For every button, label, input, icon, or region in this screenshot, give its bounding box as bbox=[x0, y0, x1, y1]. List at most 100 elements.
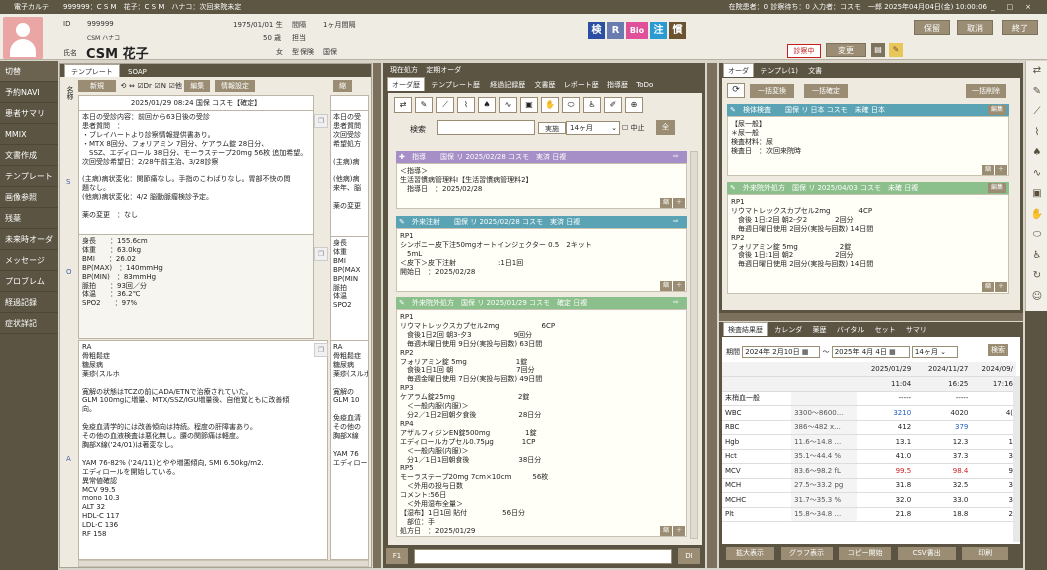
csv-export-button[interactable]: CSV書出 bbox=[897, 547, 956, 560]
pulse-icon[interactable]: ∿ bbox=[499, 97, 517, 113]
tab-vital[interactable]: バイタル bbox=[833, 323, 869, 337]
minimize-button[interactable]: _ bbox=[991, 3, 1007, 11]
print-icon[interactable]: ▤ bbox=[871, 43, 885, 57]
shrink-card-button[interactable]: 縮 bbox=[660, 281, 673, 291]
sidebar-item-symptoms[interactable]: 症状詳記 bbox=[0, 313, 58, 334]
order-card-header-guidance[interactable]: 指導 国保 リ 2025/02/28 コスモ 実済 日複 bbox=[396, 151, 687, 163]
order-card-header-injection[interactable]: 外来注射 国保 リ 2025/02/28 コスモ 実済 日複 bbox=[396, 216, 687, 228]
shrink-card-button[interactable]: 縮 bbox=[982, 282, 995, 292]
maximize-button[interactable]: □ bbox=[1007, 3, 1026, 11]
window-controls[interactable]: _□× bbox=[991, 0, 1043, 14]
splitter-left[interactable] bbox=[373, 63, 381, 568]
enlarge-button[interactable]: 拡大表示 bbox=[726, 547, 774, 560]
lab-row[interactable]: WBC 3300～8600... 3210 4020 4( bbox=[722, 405, 1016, 421]
bulk-change-button[interactable]: 一括変換 bbox=[750, 84, 794, 98]
new-button[interactable]: 新規 bbox=[78, 80, 116, 92]
stop-checkbox[interactable]: ☐ 中止 bbox=[622, 123, 645, 133]
add-card-button[interactable]: ＋ bbox=[995, 282, 1008, 292]
command-input[interactable] bbox=[414, 549, 672, 564]
middle-scrollbar[interactable] bbox=[690, 151, 698, 539]
edit-card-button[interactable]: 編集 bbox=[988, 183, 1007, 193]
sidebar-item-leftover[interactable]: 残薬 bbox=[0, 208, 58, 229]
tube-icon[interactable]: ⌇ bbox=[1026, 123, 1047, 144]
lab-row[interactable]: MCV 83.6～98.2 fL 99.5 98.4 9 bbox=[722, 463, 1016, 479]
n-checkbox[interactable]: ☑N bbox=[155, 82, 167, 90]
image-icon[interactable]: ▣ bbox=[1026, 184, 1047, 205]
date-to-field[interactable]: 2025年 4月 4日 ▦ bbox=[831, 346, 910, 358]
shrink-card-button[interactable]: 縮 bbox=[660, 198, 673, 208]
tab-set[interactable]: セット bbox=[871, 323, 900, 337]
link-icon[interactable]: ⇔ bbox=[129, 82, 135, 90]
splitter-right[interactable] bbox=[707, 63, 717, 568]
pulse-icon[interactable]: ∿ bbox=[1026, 164, 1047, 185]
other-checkbox[interactable]: ☑他 bbox=[169, 82, 182, 90]
sidebar-item-documents[interactable]: 文書作成 bbox=[0, 145, 58, 166]
hand-icon[interactable]: ✋ bbox=[1026, 205, 1047, 226]
tab-regular-order[interactable]: 定期オーダ bbox=[423, 63, 464, 77]
lab-logo-icon[interactable]: 検 bbox=[588, 22, 605, 39]
lab-row[interactable]: MCHC 31.7～35.3 % 32.0 33.0 3 bbox=[722, 492, 1016, 508]
lungs-icon[interactable]: ♠ bbox=[478, 97, 496, 113]
period-type-button[interactable]: 実施 bbox=[538, 122, 566, 134]
add-order-icon[interactable]: ⊕ bbox=[625, 97, 643, 113]
add-card-button[interactable]: ＋ bbox=[673, 526, 686, 536]
tab-drug-history[interactable]: 薬歴 bbox=[808, 323, 830, 337]
cycle-icon[interactable]: ↻ bbox=[1026, 266, 1047, 287]
shrink-button[interactable]: 縮 bbox=[333, 80, 352, 92]
order-card-header-prescription[interactable]: 外来院外処方 国保 リ 2025/01/29 コスモ 確定 日複 bbox=[396, 297, 687, 309]
calendar-icon[interactable]: ▦ bbox=[889, 348, 896, 356]
edit-doc-icon[interactable]: ✐ bbox=[604, 97, 622, 113]
tab-doc[interactable]: 文書 bbox=[804, 64, 826, 78]
shrink-card-button[interactable]: 縮 bbox=[660, 526, 673, 536]
copy-icon[interactable]: ❐ bbox=[314, 114, 328, 128]
pending-card-header-prescription[interactable]: 外来院外処方 国保 リ 2025/04/03 コスモ 未確 日複 bbox=[727, 182, 1009, 194]
tab-summary[interactable]: サマリ bbox=[902, 323, 931, 337]
sidebar-item-problem[interactable]: プロブレム bbox=[0, 271, 58, 292]
tab-template-count[interactable]: テンプレ(1) bbox=[756, 64, 802, 78]
lungs-icon[interactable]: ♠ bbox=[1026, 143, 1047, 164]
tab-document-history[interactable]: 文書歴 bbox=[532, 78, 559, 92]
in-exam-button[interactable]: 診察中 bbox=[787, 44, 821, 58]
tab-current-rx[interactable]: 現在処方 bbox=[387, 63, 421, 77]
tab-template[interactable]: テンプレート bbox=[64, 64, 120, 78]
change-button[interactable]: 変更 bbox=[826, 43, 866, 57]
sidebar-item-progress[interactable]: 経過記録 bbox=[0, 292, 58, 313]
di-button[interactable]: DI bbox=[678, 548, 700, 564]
search-input[interactable] bbox=[437, 120, 535, 135]
add-card-button[interactable]: ＋ bbox=[673, 198, 686, 208]
hand-icon[interactable]: ✋ bbox=[541, 97, 559, 113]
finish-button[interactable]: 終了 bbox=[1002, 20, 1038, 35]
sidebar-item-reservation[interactable]: 予約NAVI bbox=[0, 82, 58, 103]
lab-row[interactable]: Plt 15.8～34.8 ... 21.8 18.8 2 bbox=[722, 507, 1016, 522]
tube-icon[interactable]: ⌇ bbox=[457, 97, 475, 113]
copy-start-button[interactable]: コピー開始 bbox=[839, 547, 892, 560]
lab-row[interactable]: MCH 27.5～33.2 pg 31.8 32.5 3 bbox=[722, 478, 1016, 493]
expand-icon[interactable]: ⇨ bbox=[673, 217, 679, 225]
f1-button[interactable]: F1 bbox=[386, 548, 408, 564]
sidebar-item-summary[interactable]: 患者サマリ bbox=[0, 103, 58, 124]
tab-todo[interactable]: ToDo bbox=[633, 78, 656, 92]
print-button[interactable]: 印刷 bbox=[962, 547, 1009, 560]
sidebar-item-mmix[interactable]: MMIX bbox=[0, 124, 58, 145]
bulk-confirm-button[interactable]: 一括確定 bbox=[804, 84, 848, 98]
period-select[interactable]: 14ヶ月 ⌄ bbox=[566, 121, 620, 135]
refresh-icon[interactable]: ⟳ bbox=[727, 83, 745, 98]
add-card-button[interactable]: ＋ bbox=[995, 165, 1008, 175]
close-button[interactable]: × bbox=[1025, 3, 1043, 11]
bulk-delete-button[interactable]: 一括削除 bbox=[966, 84, 1006, 98]
copy-vitals-icon[interactable]: ❐ bbox=[314, 247, 328, 261]
bio-logo-icon[interactable]: Bio bbox=[626, 22, 648, 39]
expand-icon[interactable]: ⇨ bbox=[673, 152, 679, 160]
calendar-icon[interactable]: ▦ bbox=[802, 348, 809, 356]
walker-icon[interactable]: ♿ bbox=[1026, 246, 1047, 267]
tab-guidance-history[interactable]: 指導歴 bbox=[604, 78, 631, 92]
shuffle-icon[interactable]: ⇄ bbox=[394, 97, 412, 113]
lab-scrollbar[interactable] bbox=[1013, 376, 1020, 542]
add-card-button[interactable]: ＋ bbox=[673, 281, 686, 291]
sidebar-item-template[interactable]: テンプレート bbox=[0, 166, 58, 187]
edit-card-button[interactable]: 編集 bbox=[988, 105, 1007, 115]
lab-search-button[interactable]: 検索 bbox=[988, 344, 1008, 356]
sidebar-item-switch[interactable]: 切替 bbox=[0, 61, 58, 82]
all-button[interactable]: 全 bbox=[656, 120, 675, 135]
pill-icon[interactable]: ⬭ bbox=[1026, 225, 1047, 246]
